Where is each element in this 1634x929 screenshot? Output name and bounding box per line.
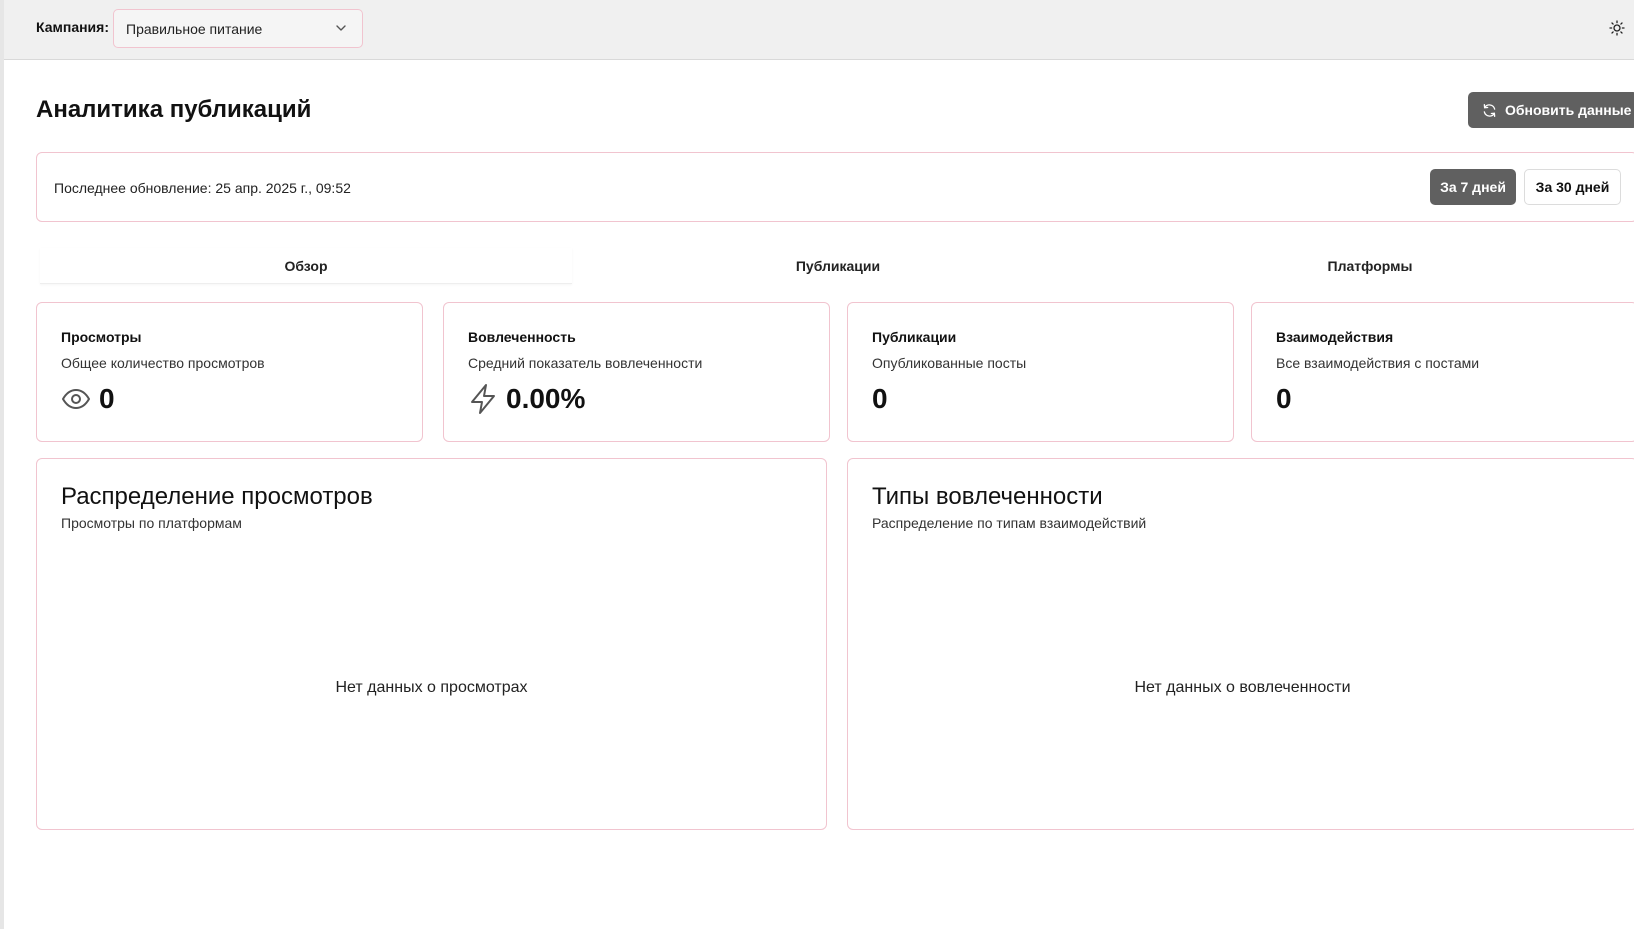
stat-description: Опубликованные посты <box>872 355 1027 371</box>
stat-value: 0 <box>1276 383 1292 414</box>
theme-toggle-button[interactable] <box>1607 18 1627 38</box>
chart-card-views-distribution: Распределение просмотров Просмотры по пл… <box>36 458 827 830</box>
campaign-label: Кампания: <box>36 19 109 35</box>
empty-state-message: Нет данных о просмотрах <box>335 679 528 696</box>
stat-value: 0 <box>872 383 888 414</box>
stat-value: 0.00% <box>506 383 586 414</box>
tab-overview[interactable]: Обзор <box>40 248 572 284</box>
chart-title: Типы вовлеченности <box>872 483 1103 510</box>
stat-title: Просмотры <box>61 329 142 345</box>
chart-title: Распределение просмотров <box>61 483 373 510</box>
refresh-label: Обновить данные <box>1505 102 1632 118</box>
stat-title: Публикации <box>872 329 957 345</box>
chart-subtitle: Распределение по типам взаимодействий <box>872 515 1147 531</box>
lightning-icon <box>471 384 495 414</box>
tab-platforms[interactable]: Платформы <box>1104 248 1634 284</box>
campaign-select-value: Правильное питание <box>126 20 263 37</box>
last-update-card: Последнее обновление: 25 апр. 2025 г., 0… <box>36 152 1634 222</box>
tab-bar: Обзор Публикации Платформы <box>40 248 1634 284</box>
stat-title: Вовлеченность <box>468 329 576 345</box>
page-title: Аналитика публикаций <box>36 96 312 123</box>
stat-description: Все взаимодействия с постами <box>1276 355 1480 371</box>
chart-subtitle: Просмотры по платформам <box>61 515 242 531</box>
chart-card-engagement-types: Типы вовлеченности Распределение по типа… <box>847 458 1634 830</box>
period-30-days-button[interactable]: За 30 дней <box>1524 169 1621 205</box>
stat-description: Общее количество просмотров <box>61 355 265 371</box>
top-bar: Кампания: Правильное питание <box>4 0 1634 60</box>
stat-value: 0 <box>99 383 115 414</box>
eye-icon <box>62 389 90 409</box>
refresh-icon <box>1483 103 1496 117</box>
refresh-data-button[interactable]: Обновить данные <box>1468 92 1634 128</box>
sun-icon <box>1609 20 1625 36</box>
app-root: Кампания: Правильное питание Аналитика п… <box>0 0 1634 929</box>
last-update-text: Последнее обновление: 25 апр. 2025 г., 0… <box>54 180 351 196</box>
stat-title: Взаимодействия <box>1276 329 1394 345</box>
empty-state-message: Нет данных о вовлеченности <box>1134 679 1351 696</box>
campaign-select[interactable]: Правильное питание <box>113 9 363 48</box>
tab-publications[interactable]: Публикации <box>572 248 1104 284</box>
stat-description: Средний показатель вовлеченности <box>468 355 703 371</box>
stat-card-publications: Публикации Опубликованные посты 0 <box>847 302 1234 442</box>
chevron-down-icon <box>336 25 346 31</box>
period-7-days-button[interactable]: За 7 дней <box>1430 169 1516 205</box>
stat-card-engagement: Вовлеченность Средний показатель вовлече… <box>443 302 830 442</box>
stat-card-views: Просмотры Общее количество просмотров 0 <box>36 302 423 442</box>
stat-card-interactions: Взаимодействия Все взаимодействия с пост… <box>1251 302 1634 442</box>
